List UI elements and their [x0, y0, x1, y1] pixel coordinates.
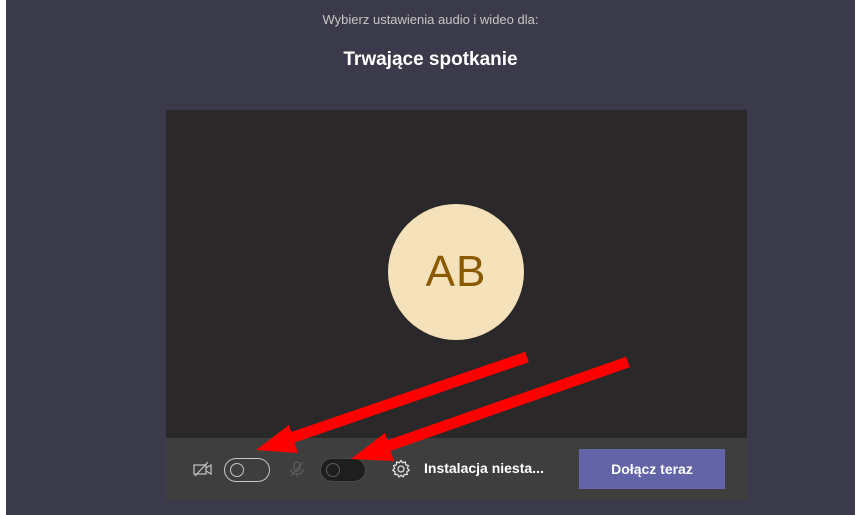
- media-toolbar: Instalacja niesta... Dołącz teraz: [166, 438, 747, 500]
- prejoin-subtitle: Wybierz ustawienia audio i wideo dla:: [322, 12, 539, 27]
- microphone-toggle[interactable]: [320, 458, 366, 482]
- meeting-title: Trwające spotkanie: [343, 49, 518, 70]
- meeting-prejoin-screen: Wybierz ustawienia audio i wideo dla: Tr…: [6, 0, 855, 515]
- avatar-initials: AB: [425, 247, 487, 296]
- camera-toggle[interactable]: [224, 458, 270, 482]
- video-preview: AB Instalacja niesta... Dołącz teraz: [166, 110, 747, 500]
- camera-off-icon: [193, 461, 212, 477]
- camera-toggle-knob: [230, 463, 244, 477]
- microphone-off-icon: [290, 461, 304, 477]
- microphone-toggle-knob: [326, 463, 340, 477]
- device-settings-label[interactable]: Instalacja niesta...: [424, 460, 544, 476]
- gear-icon[interactable]: [391, 459, 411, 479]
- avatar: AB: [388, 204, 524, 340]
- join-now-button[interactable]: Dołącz teraz: [579, 449, 725, 489]
